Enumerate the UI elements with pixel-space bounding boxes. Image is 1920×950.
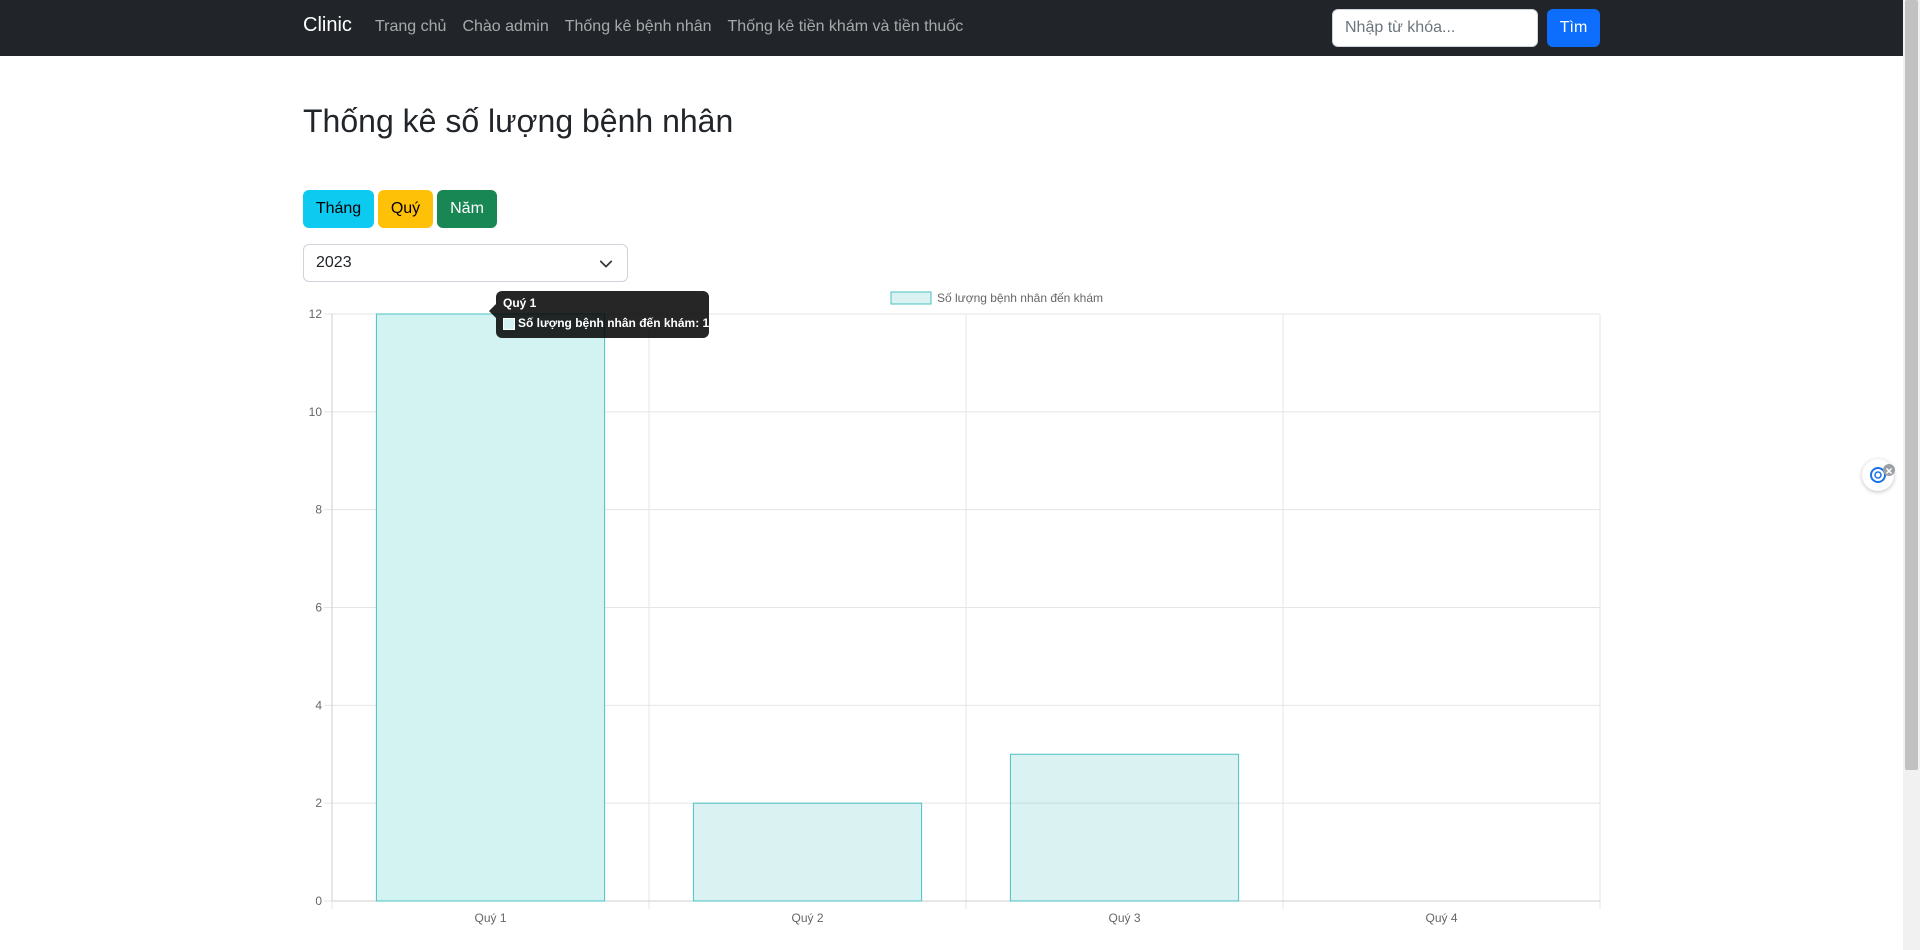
search-button[interactable]: Tìm (1547, 9, 1600, 47)
tooltip-arrow (489, 304, 496, 318)
patient-count-bar-chart: 0 2 4 6 8 10 12 Quý 1 Quý 2 Quý 3 Quý 4 Số lượng bệ… (309, 291, 1601, 925)
y-tick-label: 0 (315, 894, 322, 908)
y-tick-label: 4 (315, 698, 322, 712)
navbar: Clinic Trang chủ Chào admin Thống kê bện… (0, 0, 1903, 56)
quarter-button[interactable]: Quý (378, 190, 433, 228)
page-title: Thống kê số lượng bệnh nhân (303, 103, 734, 139)
tooltip-body: Số lượng bệnh nhân đến khám: 12 (518, 316, 716, 330)
year-button[interactable]: Năm (437, 190, 497, 228)
legend-label: Số lượng bệnh nhân đến khám (937, 291, 1103, 305)
y-tick-label: 6 (315, 601, 322, 615)
bar (692, 802, 923, 902)
nav-link-revenue-stats[interactable]: Thống kê tiền khám và tiền thuốc (728, 18, 964, 36)
year-select[interactable]: 2023 (303, 244, 628, 282)
bar (1009, 753, 1240, 902)
month-button[interactable]: Tháng (303, 190, 374, 228)
brand-logo[interactable]: Clinic (303, 14, 352, 37)
scrollbar-thumb[interactable] (1905, 0, 1918, 770)
chevron-down-icon (599, 260, 613, 268)
y-tick-label: 10 (309, 405, 323, 419)
y-tick-label: 12 (309, 307, 323, 321)
year-select-value: 2023 (316, 254, 352, 271)
tooltip-title: Quý 1 (503, 296, 537, 310)
nav-link-patient-stats[interactable]: Thống kê bệnh nhân (565, 18, 712, 36)
tooltip-swatch (503, 318, 515, 330)
legend-swatch (890, 291, 932, 305)
nav-links: Trang chủ Chào admin Thống kê bệnh nhân … (375, 18, 979, 36)
nav-link-admin[interactable]: Chào admin (462, 18, 548, 36)
x-tick-label: Quý 2 (791, 911, 823, 925)
x-tick-label: Quý 3 (1108, 911, 1140, 925)
x-tick-label: Quý 1 (474, 911, 506, 925)
close-icon[interactable] (1883, 464, 1895, 476)
chart-tooltip: Quý 1 Số lượng bệnh nhân đến khám: 12 (496, 291, 716, 338)
x-tick-label: Quý 4 (1425, 911, 1457, 925)
bar (375, 313, 606, 902)
nav-link-home[interactable]: Trang chủ (375, 18, 446, 36)
search-input[interactable] (1332, 9, 1538, 47)
y-tick-label: 8 (315, 503, 322, 517)
y-tick-label: 2 (315, 796, 322, 810)
